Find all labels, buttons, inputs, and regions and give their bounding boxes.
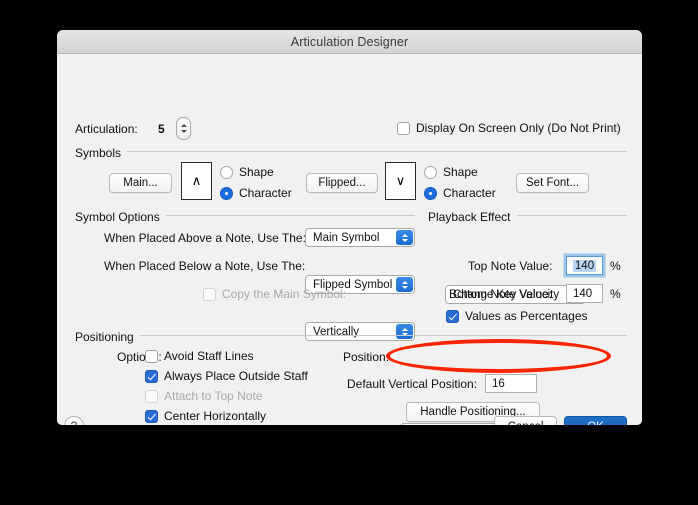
symbols-group-label: Symbols (75, 146, 127, 160)
top-note-value-text: 140 (573, 260, 596, 272)
flipped-character-label: Character (443, 186, 496, 200)
default-vertical-position-input[interactable]: 16 (485, 374, 537, 393)
option-attach-to-top-note[interactable]: Attach to Top Note (145, 389, 263, 403)
flipped-shape-radio[interactable]: Shape (424, 165, 478, 179)
values-as-percentages-label: Values as Percentages (465, 309, 588, 323)
bottom-note-unit: % (610, 287, 621, 301)
playback-effect-group-header: Playback Effect (428, 208, 627, 226)
option-label: Attach to Top Note (164, 389, 263, 403)
chevron-up-down-icon[interactable] (396, 277, 413, 292)
positioning-group-header: Positioning (75, 328, 627, 346)
radio-circle[interactable] (424, 166, 437, 179)
main-character-label: Character (239, 186, 292, 200)
main-shape-radio[interactable]: Shape (220, 165, 274, 179)
chevron-up-down-icon[interactable] (396, 230, 413, 245)
playback-effect-group-label: Playback Effect (428, 210, 517, 224)
option-label: Avoid Staff Lines (164, 349, 254, 363)
bottom-note-value-input[interactable]: 140 (566, 284, 603, 303)
values-as-percentages-checkbox[interactable]: Values as Percentages (446, 309, 588, 323)
window-title: Articulation Designer (291, 35, 408, 49)
bottom-note-value-text: 140 (573, 288, 592, 300)
top-note-value-input[interactable]: 140 (566, 256, 603, 275)
checkbox-box[interactable] (145, 350, 158, 363)
positioning-group-label: Positioning (75, 330, 140, 344)
placed-above-popup[interactable]: Main Symbol (305, 228, 415, 247)
option-avoid-staff-lines[interactable]: Avoid Staff Lines (145, 349, 254, 363)
checkbox-box[interactable] (145, 410, 158, 423)
ok-button[interactable]: OK (564, 416, 627, 425)
articulation-designer-dialog: Articulation Designer Articulation: 5 Di… (57, 30, 642, 425)
checkbox-box[interactable] (145, 370, 158, 383)
checkbox-box[interactable] (145, 390, 158, 403)
positioning-group-rule (75, 335, 627, 336)
window-titlebar: Articulation Designer (57, 30, 642, 54)
placed-below-label: When Placed Below a Note, Use The: (104, 259, 305, 273)
checkbox-box[interactable] (446, 310, 459, 323)
display-on-screen-only-checkbox[interactable]: Display On Screen Only (Do Not Print) (397, 121, 621, 135)
articulation-stepper[interactable] (176, 117, 191, 140)
top-note-unit: % (610, 259, 621, 273)
radio-circle[interactable] (424, 187, 437, 200)
help-icon: ? (71, 419, 78, 425)
main-shape-label: Shape (239, 165, 274, 179)
display-on-screen-only-label: Display On Screen Only (Do Not Print) (416, 121, 621, 135)
articulation-value: 5 (158, 122, 165, 136)
set-font-button[interactable]: Set Font... (516, 173, 589, 193)
placed-above-value: Main Symbol (313, 232, 379, 244)
option-label: Center Horizontally (164, 409, 266, 423)
checkbox-box[interactable] (203, 288, 216, 301)
stepper-up-icon[interactable] (181, 124, 187, 127)
bottom-note-value-label: Bottom Note Value: (449, 287, 552, 301)
symbols-group-rule (75, 151, 627, 152)
option-center-horizontally[interactable]: Center Horizontally (145, 409, 266, 423)
option-label: Always Place Outside Staff (164, 369, 308, 383)
placed-above-label: When Placed Above a Note, Use The: (104, 231, 306, 245)
main-character-radio[interactable]: Character (220, 186, 292, 200)
main-symbol-preview: ∧ (181, 162, 212, 200)
help-button[interactable]: ? (64, 416, 84, 425)
default-vertical-position-value: 16 (492, 378, 505, 390)
cancel-button[interactable]: Cancel (494, 416, 557, 425)
symbols-group-header: Symbols (75, 144, 627, 162)
position-label: Position: (343, 350, 389, 364)
main-symbol-button[interactable]: Main... (109, 173, 172, 193)
radio-circle[interactable] (220, 166, 233, 179)
default-vertical-position-label: Default Vertical Position: (347, 377, 477, 391)
option-always-place-outside-staff[interactable]: Always Place Outside Staff (145, 369, 308, 383)
articulation-label: Articulation: (75, 122, 138, 136)
radio-circle[interactable] (220, 187, 233, 200)
checkbox-box[interactable] (397, 122, 410, 135)
flipped-character-radio[interactable]: Character (424, 186, 496, 200)
symbol-options-group-header: Symbol Options (75, 208, 415, 226)
top-note-value-label: Top Note Value: (468, 259, 553, 273)
flipped-shape-label: Shape (443, 165, 478, 179)
stepper-down-icon[interactable] (181, 130, 187, 133)
copy-main-symbol-checkbox[interactable]: Copy the Main Symbol: (203, 287, 346, 301)
symbol-options-group-label: Symbol Options (75, 210, 166, 224)
copy-main-symbol-label: Copy the Main Symbol: (222, 287, 346, 301)
flipped-symbol-button[interactable]: Flipped... (306, 173, 378, 193)
dialog-content: Articulation: 5 Display On Screen Only (… (57, 54, 642, 425)
flipped-symbol-preview: ∨ (385, 162, 416, 200)
